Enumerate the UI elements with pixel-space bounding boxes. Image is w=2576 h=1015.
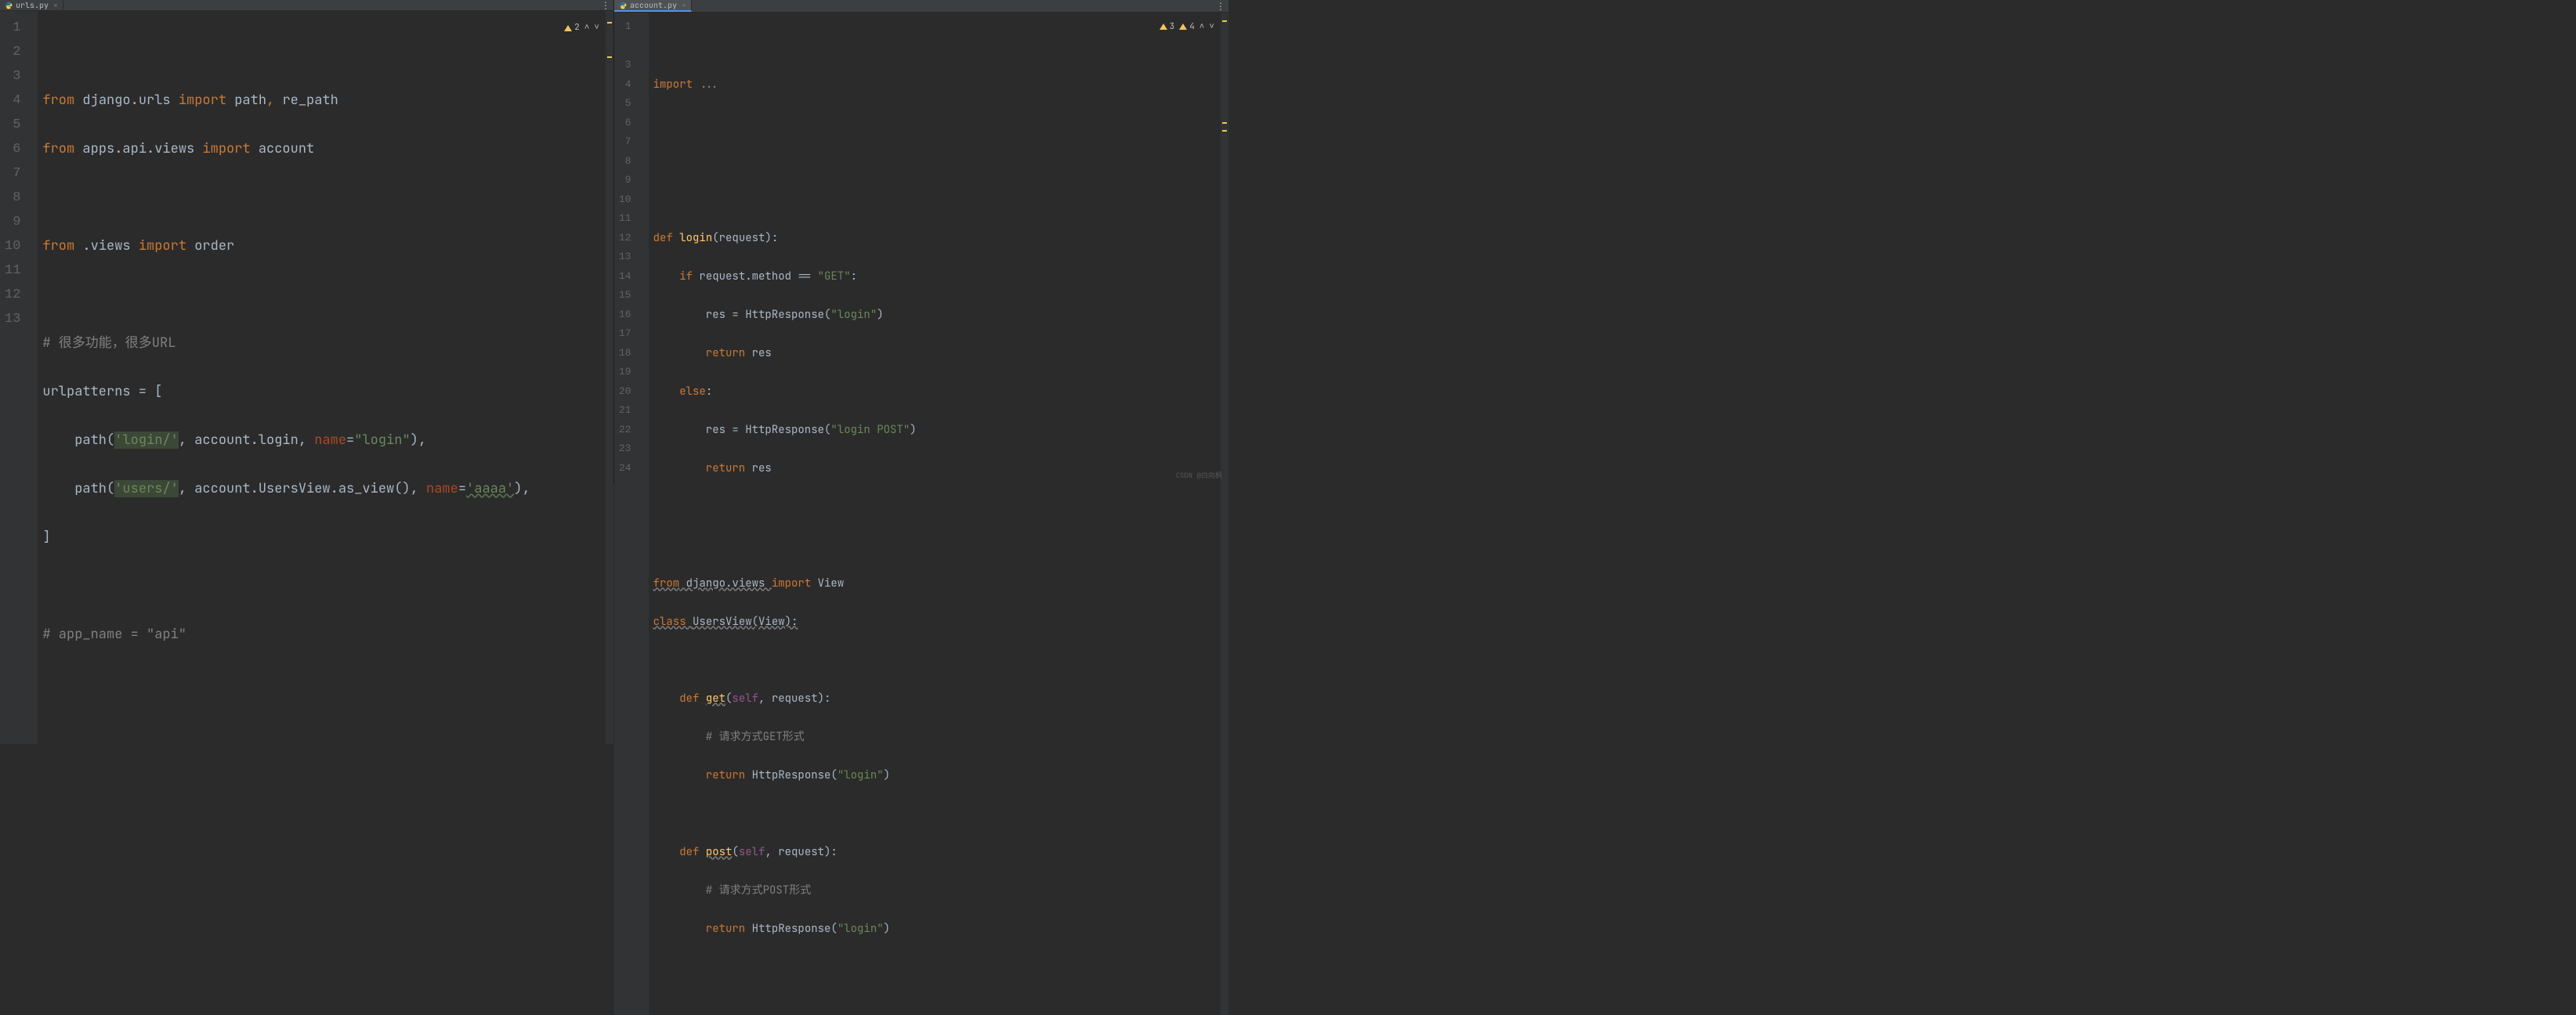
close-icon[interactable]: ×: [682, 0, 686, 10]
tab-account-py[interactable]: account.py ×: [614, 0, 692, 12]
tab-label: urls.py: [16, 0, 49, 10]
gutter-right: 1 3456789101112131415161718192021222324: [614, 13, 639, 1015]
tab-menu-icon[interactable]: ⋮: [1216, 0, 1225, 13]
warning-icon: [1160, 23, 1167, 30]
tab-bar-right: account.py × ⋮: [614, 0, 1228, 13]
inspections-right: 3 4 ˄ ˅: [1160, 17, 1214, 37]
close-icon[interactable]: ×: [53, 0, 58, 10]
code-area-right[interactable]: 3 4 ˄ ˅ import ... def login(request): i…: [649, 13, 1221, 1015]
tab-bar-left: urls.py × ⋮: [0, 0, 613, 11]
editor-body-right: 1 3456789101112131415161718192021222324 …: [614, 13, 1228, 1015]
warning-icon: [1179, 23, 1187, 30]
nav-up-icon[interactable]: ˄: [584, 16, 590, 40]
nav-down-icon[interactable]: ˅: [1209, 17, 1214, 37]
watermark: CSDN @白向枫: [1176, 470, 1222, 480]
python-file-icon: [619, 2, 627, 9]
nav-down-icon[interactable]: ˅: [594, 16, 599, 40]
fold-column-left: [28, 11, 38, 744]
fold-column-right: [639, 13, 649, 1015]
warning-badge[interactable]: 3: [1160, 17, 1175, 37]
tab-label: account.py: [630, 0, 677, 10]
nav-up-icon[interactable]: ˄: [1199, 17, 1205, 37]
editor-pane-left: urls.py × ⋮ 12345678910111213 2 ˄ ˅ from…: [0, 0, 614, 483]
editor-body-left: 12345678910111213 2 ˄ ˅ from django.urls…: [0, 11, 613, 744]
tab-urls-py[interactable]: urls.py ×: [0, 0, 63, 10]
tab-menu-icon[interactable]: ⋮: [601, 0, 610, 12]
warning-badge-2[interactable]: 4: [1179, 17, 1195, 37]
warning-icon: [564, 25, 572, 31]
code-area-left[interactable]: 2 ˄ ˅ from django.urls import path, re_p…: [38, 11, 606, 744]
gutter-left: 12345678910111213: [0, 11, 28, 744]
marker-strip-right: [1221, 13, 1228, 1015]
python-file-icon: [5, 2, 13, 9]
marker-strip-left: [606, 11, 613, 744]
warning-badge[interactable]: 2: [564, 16, 580, 40]
editor-pane-right: account.py × ⋮ 1 34567891011121314151617…: [614, 0, 1228, 483]
inspections-left: 2 ˄ ˅: [564, 16, 599, 40]
